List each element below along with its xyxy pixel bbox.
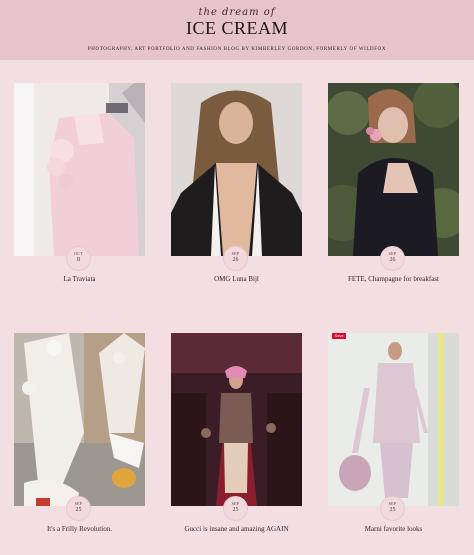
post-date-badge: SEP 25	[380, 496, 405, 521]
post-thumbnail[interactable]: Save	[328, 333, 459, 506]
site-logo[interactable]: the dream of ICE CREAM	[0, 7, 474, 38]
post-title-link[interactable]: FETE, Champagne for breakfast	[328, 275, 459, 283]
post-image	[171, 333, 302, 506]
site-header: the dream of ICE CREAM PHOTOGRAPHY, ART …	[0, 0, 474, 60]
post-thumbnail[interactable]	[14, 83, 145, 256]
post-thumbnail[interactable]	[171, 83, 302, 256]
post-date-day: 26	[232, 257, 239, 263]
post-image	[328, 333, 459, 506]
post-thumbnail[interactable]	[171, 333, 302, 506]
post-image	[14, 333, 145, 506]
post-date-badge: OCT 8	[66, 246, 91, 271]
post-date-day: 25	[389, 507, 396, 513]
post-title-link[interactable]: It's a Frilly Revolution.	[14, 525, 145, 533]
logo-main-text: ICE CREAM	[185, 18, 288, 38]
save-badge[interactable]: Save	[332, 333, 346, 339]
post-thumbnail[interactable]	[14, 333, 145, 506]
post-date-month: SEP	[388, 501, 397, 506]
post-date-day: 25	[75, 507, 82, 513]
post-image	[171, 83, 302, 256]
post-title-link[interactable]: OMG Luna Bijl	[171, 275, 302, 283]
post-image	[328, 83, 459, 256]
post-date-month: SEP	[388, 251, 397, 256]
post-date-month: SEP	[231, 251, 240, 256]
post-date-day: 26	[389, 257, 396, 263]
post-date-badge: SEP 26	[380, 246, 405, 271]
post-title-link[interactable]: Gucci is insane and amazing AGAIN	[171, 525, 302, 533]
post-image	[14, 83, 145, 256]
post-date-month: OCT	[74, 251, 83, 256]
post-date-day: 25	[232, 507, 239, 513]
post-date-day: 8	[77, 257, 80, 263]
post-date-badge: SEP 26	[223, 246, 248, 271]
site-tagline: PHOTOGRAPHY, ART PORTFOLIO AND FASHION B…	[87, 47, 387, 52]
post-thumbnail[interactable]	[328, 83, 459, 256]
post-date-month: SEP	[74, 501, 83, 506]
post-date-month: SEP	[231, 501, 240, 506]
logo-script-text: the dream of	[198, 7, 276, 18]
post-title-link[interactable]: Marni favorite looks	[328, 525, 459, 533]
post-date-badge: SEP 25	[66, 496, 91, 521]
post-date-badge: SEP 25	[223, 496, 248, 521]
post-title-link[interactable]: La Traviata	[14, 275, 145, 283]
